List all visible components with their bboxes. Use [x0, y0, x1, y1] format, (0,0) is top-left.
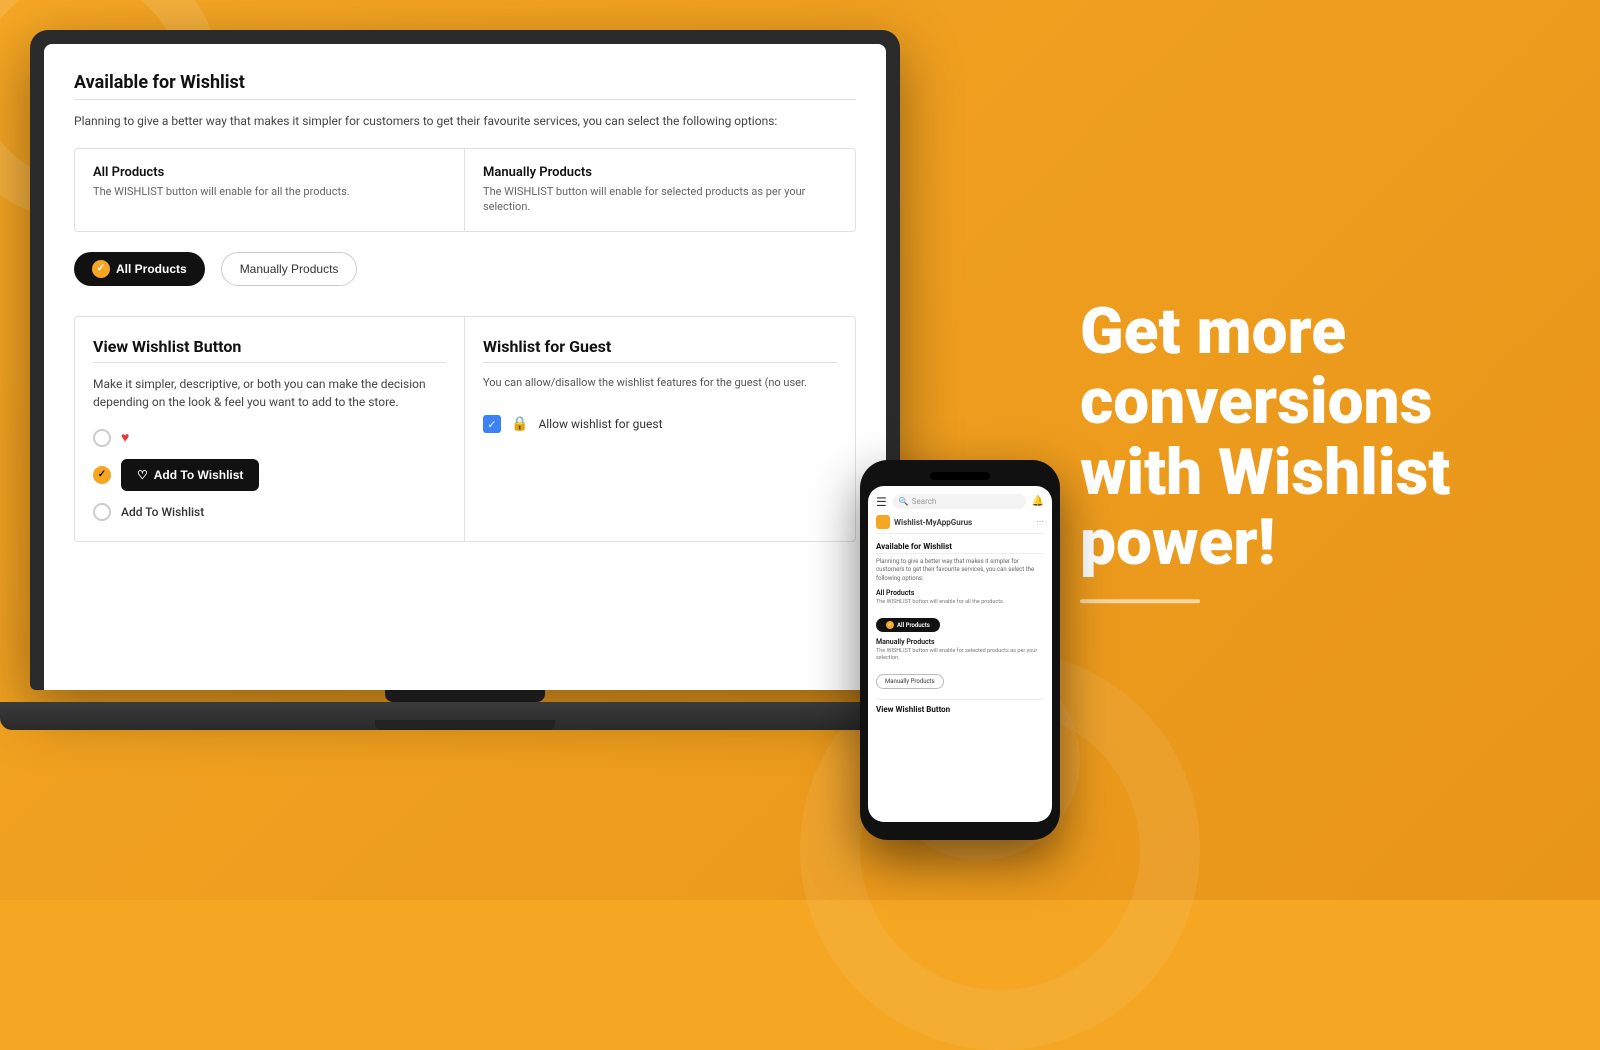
phone-nav-dots: ··· [1036, 517, 1044, 528]
add-to-wishlist-label: Add To Wishlist [154, 468, 244, 482]
second-sections-grid: View Wishlist Button Make it simpler, de… [74, 316, 856, 542]
laptop-screen-border: Available for Wishlist Planning to give … [30, 30, 900, 690]
section2-divider [93, 362, 446, 363]
section2-title: View Wishlist Button [93, 337, 446, 356]
phone-manually-title: Manually Products [876, 638, 1044, 646]
phone-divider1 [876, 553, 1044, 554]
all-products-button-label: All Products [116, 262, 187, 276]
phone-search-placeholder: Search [912, 497, 937, 506]
section2-desc: Make it simpler, descriptive, or both yo… [93, 375, 446, 411]
product-options-grid: All Products The WISHLIST button will en… [74, 148, 856, 232]
phone-wrapper: ☰ 🔍 Search 🔔 Wishlist-MyAppGurus ··· Ava… [860, 460, 1060, 840]
text-radio-item[interactable]: Add To Wishlist [93, 503, 446, 521]
phone-all-products-title: All Products [876, 589, 1044, 597]
phone: ☰ 🔍 Search 🔔 Wishlist-MyAppGurus ··· Ava… [860, 460, 1060, 840]
phone-nav: Wishlist-MyAppGurus ··· [876, 515, 1044, 534]
laptop: Available for Wishlist Planning to give … [30, 30, 900, 730]
section1-divider [74, 99, 856, 100]
main-headline: Get more conversions with Wishlist power… [1080, 297, 1540, 579]
allow-guest-checkbox[interactable]: ✓ [483, 415, 501, 433]
laptop-stand [375, 720, 555, 730]
phone-screen: ☰ 🔍 Search 🔔 Wishlist-MyAppGurus ··· Ava… [868, 486, 1052, 822]
headline-line1: Get more [1080, 297, 1540, 367]
allow-guest-row[interactable]: ✓ 🔒 Allow wishlist for guest [483, 415, 837, 433]
headline-line3: with Wishlist [1080, 438, 1540, 508]
laptop-screen: Available for Wishlist Planning to give … [44, 44, 886, 690]
headline-divider [1080, 599, 1200, 603]
phone-section-title: Available for Wishlist [876, 542, 1044, 551]
section3-title: Wishlist for Guest [483, 337, 837, 356]
phone-manually-btn-label: Manually Products [885, 678, 935, 685]
phone-menu-icon: ☰ [876, 495, 887, 509]
phone-bell-icon: 🔔 [1032, 496, 1044, 507]
section3-desc: You can allow/disallow the wishlist feat… [483, 375, 837, 392]
text-wishlist-label: Add To Wishlist [121, 505, 204, 519]
phone-search-bar[interactable]: 🔍 Search [893, 494, 1026, 509]
manually-products-desc: The WISHLIST button will enable for sele… [483, 184, 837, 215]
all-products-name: All Products [93, 165, 446, 180]
phone-manually-btn[interactable]: Manually Products [876, 674, 944, 689]
phone-topbar: ☰ 🔍 Search 🔔 [876, 494, 1044, 509]
phone-all-products-btn[interactable]: ✓ All Products [876, 618, 940, 632]
phone-all-products-btn-label: All Products [897, 622, 930, 629]
heart-radio-item[interactable]: ♥ [93, 429, 446, 447]
phone-manually-desc: The WISHLIST button will enable for sele… [876, 648, 1044, 662]
phone-search-icon: 🔍 [899, 497, 909, 506]
wishlist-guest-section: Wishlist for Guest You can allow/disallo… [465, 317, 855, 541]
button-radio-check: ✓ [93, 466, 111, 484]
product-buttons-row: ✓ All Products Manually Products [74, 252, 856, 286]
all-products-desc: The WISHLIST button will enable for all … [93, 184, 446, 199]
add-to-wishlist-button-option[interactable]: ♡ Add To Wishlist [121, 459, 259, 491]
all-products-option: All Products The WISHLIST button will en… [75, 149, 465, 231]
headline-line2: conversions [1080, 368, 1540, 438]
text-radio-circle [93, 503, 111, 521]
view-wishlist-section: View Wishlist Button Make it simpler, de… [75, 317, 465, 541]
check-icon: ✓ [92, 260, 110, 278]
allow-guest-label: Allow wishlist for guest [538, 417, 662, 431]
right-panel: Get more conversions with Wishlist power… [1080, 297, 1540, 603]
manually-products-button[interactable]: Manually Products [221, 252, 358, 286]
phone-nav-title: Wishlist-MyAppGurus [894, 518, 972, 527]
all-products-button[interactable]: ✓ All Products [74, 252, 205, 286]
laptop-wrapper: Available for Wishlist Planning to give … [30, 30, 900, 790]
manually-products-name: Manually Products [483, 165, 837, 180]
phone-notch [930, 472, 990, 480]
manually-products-option: Manually Products The WISHLIST button wi… [465, 149, 855, 231]
check-mark: ✓ [98, 469, 106, 480]
wishlist-display-options: ♥ ✓ ♡ Add To Wishlist [93, 429, 446, 521]
phone-section-desc: Planning to give a better way that makes… [876, 558, 1044, 583]
phone-nav-logo [876, 515, 890, 529]
phone-check-icon: ✓ [886, 621, 894, 629]
screen-content: Available for Wishlist Planning to give … [44, 44, 886, 690]
heart-button-icon: ♡ [137, 468, 148, 482]
section1-desc: Planning to give a better way that makes… [74, 112, 856, 130]
heart-radio-circle [93, 429, 111, 447]
lock-icon: 🔒 [511, 416, 528, 432]
headline-line4: power! [1080, 508, 1540, 578]
phone-view-wishlist-title: View Wishlist Button [876, 699, 1044, 714]
button-radio-item[interactable]: ✓ ♡ Add To Wishlist [93, 459, 446, 491]
laptop-notch [385, 690, 545, 702]
section1-title: Available for Wishlist [74, 72, 856, 93]
phone-all-products-desc: The WISHLIST button will enable for all … [876, 599, 1044, 606]
section3-divider [483, 362, 837, 363]
manually-products-button-label: Manually Products [240, 262, 339, 276]
heart-icon: ♥ [121, 429, 129, 446]
